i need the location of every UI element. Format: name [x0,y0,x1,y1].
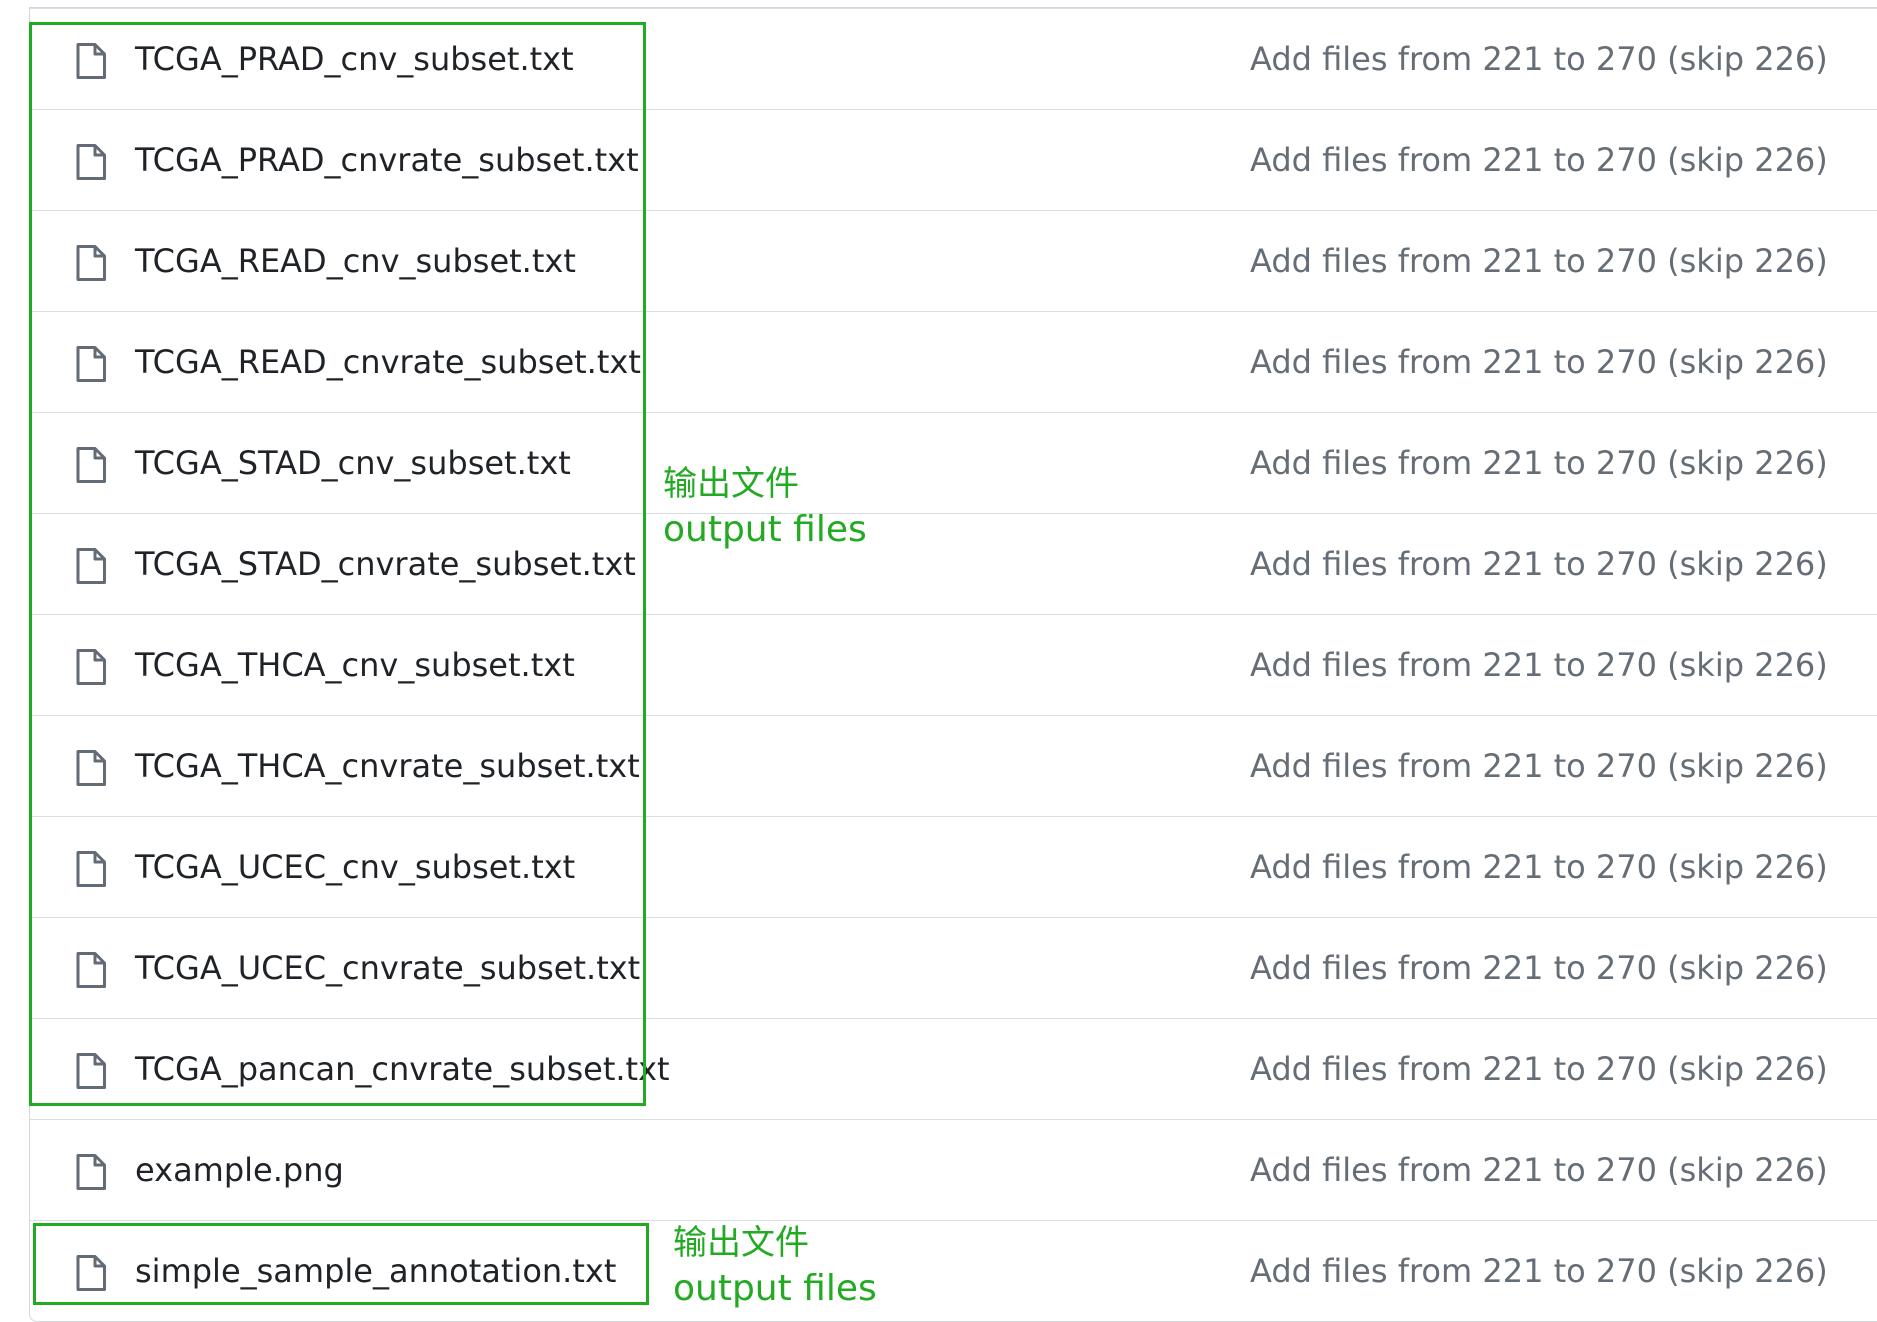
commit-message-link[interactable]: Add files from 221 to 270 (skip 226) [1250,110,1828,210]
commit-message-link[interactable]: Add files from 221 to 270 (skip 226) [1250,817,1828,917]
commit-message-link[interactable]: Add files from 221 to 270 (skip 226) [1250,1019,1828,1119]
commit-message-link[interactable]: Add files from 221 to 270 (skip 226) [1250,918,1828,1018]
commit-message-link[interactable]: Add files from 221 to 270 (skip 226) [1250,716,1828,816]
commit-message-link[interactable]: Add files from 221 to 270 (skip 226) [1250,312,1828,412]
commit-message-link[interactable]: Add files from 221 to 270 (skip 226) [1250,615,1828,715]
commit-message-link[interactable]: Add files from 221 to 270 (skip 226) [1250,211,1828,311]
output-files-annotation: 输出文件 output files [663,461,867,553]
annotation-english-label: output files [673,1268,877,1309]
output-file-annotation: 输出文件 output files [673,1220,877,1312]
annotation-chinese-label: 输出文件 [663,464,799,504]
file-name-link[interactable]: example.png [135,1120,344,1220]
commit-message-link[interactable]: Add files from 221 to 270 (skip 226) [1250,1221,1828,1321]
annotation-chinese-label: 输出文件 [673,1223,809,1263]
annotation-english-label: output files [663,509,867,550]
commit-message-link[interactable]: Add files from 221 to 270 (skip 226) [1250,514,1828,614]
commit-message-link[interactable]: Add files from 221 to 270 (skip 226) [1250,1120,1828,1220]
output-files-highlight-box [29,22,646,1106]
commit-message-link[interactable]: Add files from 221 to 270 (skip 226) [1250,413,1828,513]
file-row[interactable]: example.png Add files from 221 to 270 (s… [30,1119,1877,1220]
file-browser: TCGA_PRAD_cnv_subset.txt Add files from … [0,0,1877,1322]
file-icon [75,1153,107,1191]
commit-message-link[interactable]: Add files from 221 to 270 (skip 226) [1250,9,1828,109]
output-file-highlight-box [33,1223,649,1305]
